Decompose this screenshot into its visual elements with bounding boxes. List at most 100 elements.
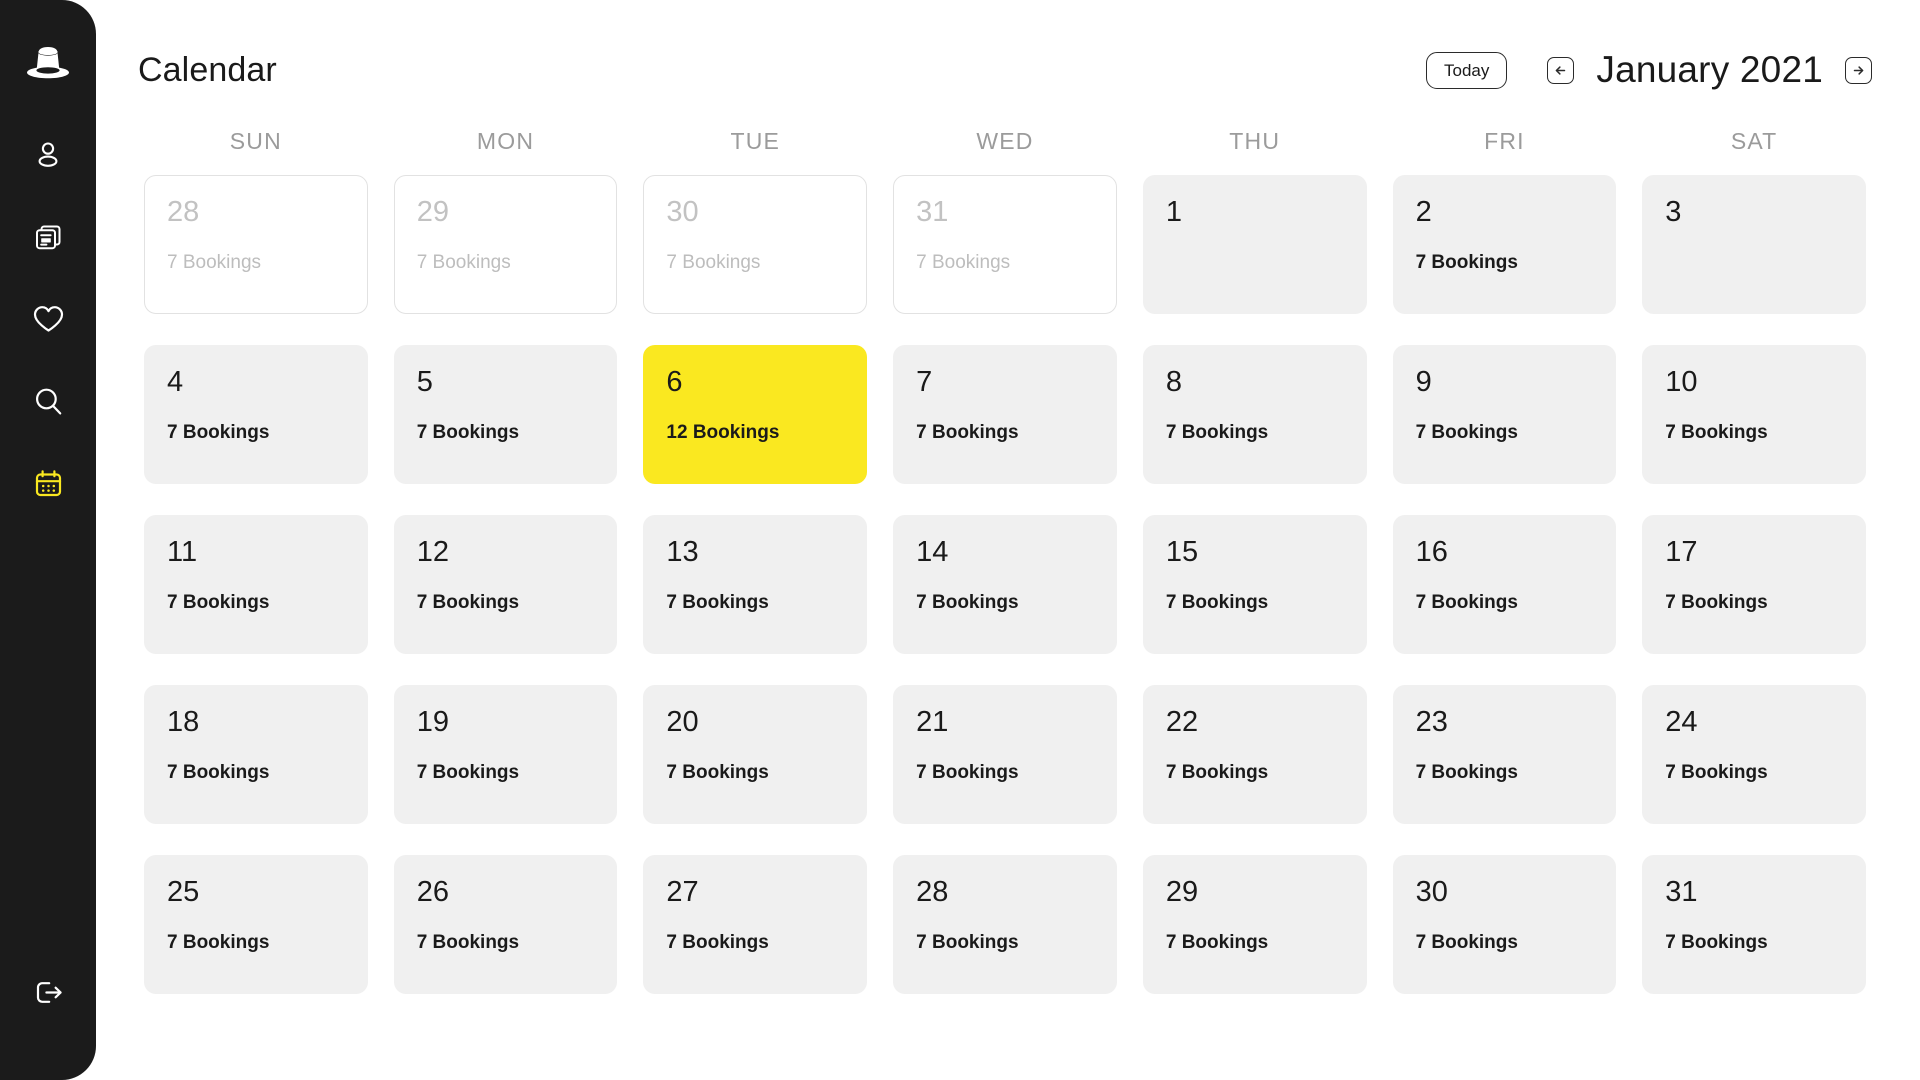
day-number: 29 xyxy=(416,196,449,228)
calendar-day-cell[interactable]: 12 7 Bookings xyxy=(393,515,618,654)
arrow-left-icon xyxy=(1556,65,1566,75)
search-icon xyxy=(35,388,61,414)
weekday-label: THU xyxy=(1229,128,1281,154)
calendar-day-cell[interactable]: 30 7 Bookings xyxy=(643,175,868,314)
calendar-day-cell[interactable]: 29 7 Bookings xyxy=(393,175,618,314)
calendar-day-cell[interactable]: 28 7 Bookings xyxy=(144,175,368,314)
today-button[interactable]: Today xyxy=(1426,51,1508,89)
sidebar-item-favorites[interactable] xyxy=(20,278,76,360)
next-month-button[interactable] xyxy=(1845,56,1872,84)
day-bookings-count: 7 Bookings xyxy=(416,422,520,443)
weekday-label: SAT xyxy=(1730,128,1778,154)
calendar-day-cell[interactable]: 15 7 Bookings xyxy=(1142,515,1367,654)
day-bookings-count: 7 Bookings xyxy=(1415,422,1518,443)
calendar-day-cell[interactable]: 19 7 Bookings xyxy=(393,685,618,824)
day-number: 12 xyxy=(416,536,449,568)
day-number: 31 xyxy=(916,196,949,228)
calendar-day-cell[interactable]: 28 7 Bookings xyxy=(893,855,1117,994)
day-number: 28 xyxy=(167,196,200,228)
page-header: Calendar Today January 2021 xyxy=(138,0,1872,124)
day-bookings-count: 7 Bookings xyxy=(416,592,520,613)
calendar-day-cell[interactable]: 3 xyxy=(1642,175,1866,314)
calendar-day-cell[interactable]: 31 7 Bookings xyxy=(893,175,1117,314)
day-bookings-count: 7 Bookings xyxy=(666,762,769,783)
day-number: 1 xyxy=(1165,196,1182,228)
main-content: Calendar Today January 2021 SUN MON TUE … xyxy=(96,0,1920,1080)
calendar-icon xyxy=(35,469,61,496)
calendar-day-cell[interactable]: 2 7 Bookings xyxy=(1392,175,1617,314)
calendar-day-cell[interactable]: 1 xyxy=(1142,175,1367,314)
calendar-day-cell[interactable]: 13 7 Bookings xyxy=(643,515,868,654)
weekday-header-row: SUN MON TUE WED THU FRI SAT xyxy=(138,128,1872,175)
day-number: 30 xyxy=(666,196,699,228)
calendar-day-cell[interactable]: 9 7 Bookings xyxy=(1392,345,1617,484)
day-bookings-count: 7 Bookings xyxy=(1165,762,1269,783)
calendar-day-cell[interactable]: 24 7 Bookings xyxy=(1642,685,1866,824)
day-number: 15 xyxy=(1165,536,1199,568)
sidebar-item-calendar[interactable] xyxy=(20,442,76,524)
calendar-day-cell[interactable]: 16 7 Bookings xyxy=(1392,515,1617,654)
calendar-day-cell[interactable]: 4 7 Bookings xyxy=(144,345,368,484)
calendar-day-cell[interactable]: 25 7 Bookings xyxy=(144,855,368,994)
calendar-day-cell[interactable]: 10 7 Bookings xyxy=(1642,345,1866,484)
calendar-day-cell[interactable]: 31 7 Bookings xyxy=(1642,855,1866,994)
app-root: Calendar Today January 2021 SUN MON TUE … xyxy=(0,0,1920,1080)
app-logo[interactable] xyxy=(20,36,76,92)
calendar-day-cell[interactable]: 6 12 Bookings xyxy=(643,345,868,484)
calendar-day-cell[interactable]: 21 7 Bookings xyxy=(893,685,1117,824)
calendar-day-cell[interactable]: 30 7 Bookings xyxy=(1392,855,1617,994)
calendar-day-cell[interactable]: 8 7 Bookings xyxy=(1142,345,1367,484)
day-number: 3 xyxy=(1665,196,1682,228)
day-bookings-count: 7 Bookings xyxy=(167,422,270,443)
top-hat-logo-icon xyxy=(27,47,69,79)
day-number: 26 xyxy=(416,876,449,908)
day-bookings-count: 7 Bookings xyxy=(916,592,1019,613)
day-bookings-count: 7 Bookings xyxy=(1415,762,1518,783)
day-number: 19 xyxy=(416,706,449,738)
day-bookings-count: 7 Bookings xyxy=(167,762,270,783)
day-bookings-count: 7 Bookings xyxy=(1665,762,1768,783)
calendar-day-cell[interactable]: 27 7 Bookings xyxy=(643,855,868,994)
day-bookings-count: 7 Bookings xyxy=(1415,932,1518,953)
calendar-day-cell[interactable]: 23 7 Bookings xyxy=(1392,685,1617,824)
weekday-label: SUN xyxy=(229,128,282,154)
day-bookings-count: 7 Bookings xyxy=(666,592,769,613)
sidebar-item-search[interactable] xyxy=(20,360,76,442)
calendar-day-cell[interactable]: 26 7 Bookings xyxy=(393,855,618,994)
calendar-day-cell[interactable]: 7 7 Bookings xyxy=(893,345,1117,484)
calendar-day-cell[interactable]: 11 7 Bookings xyxy=(144,515,368,654)
sidebar-item-profile[interactable] xyxy=(20,114,76,196)
day-bookings-count: 12 Bookings xyxy=(666,422,780,443)
day-bookings-count: 7 Bookings xyxy=(666,932,769,953)
day-bookings-count: 7 Bookings xyxy=(1415,592,1518,613)
day-number: 8 xyxy=(1165,366,1182,398)
arrow-right-icon xyxy=(1853,65,1864,75)
calendar-day-cell[interactable]: 22 7 Bookings xyxy=(1142,685,1367,824)
day-number: 21 xyxy=(916,706,949,738)
day-bookings-count: 7 Bookings xyxy=(416,932,520,953)
calendar-day-cell[interactable]: 18 7 Bookings xyxy=(144,685,368,824)
day-bookings-count: 7 Bookings xyxy=(916,932,1019,953)
weekday-label: FRI xyxy=(1484,128,1525,154)
sidebar-item-listings[interactable] xyxy=(20,196,76,278)
previous-month-button[interactable] xyxy=(1547,56,1575,84)
calendar-day-cell[interactable]: 20 7 Bookings xyxy=(643,685,868,824)
calendar-day-cell[interactable]: 17 7 Bookings xyxy=(1642,515,1866,654)
calendar-day-cell[interactable]: 29 7 Bookings xyxy=(1142,855,1367,994)
day-number: 16 xyxy=(1415,536,1448,568)
day-number: 10 xyxy=(1665,366,1698,398)
sidebar xyxy=(0,0,96,1080)
calendar-day-cell[interactable]: 5 7 Bookings xyxy=(393,345,618,484)
day-number: 14 xyxy=(916,536,949,568)
day-bookings-count: 7 Bookings xyxy=(167,252,262,273)
current-month-label: January 2021 xyxy=(1596,49,1823,90)
day-bookings-count: 7 Bookings xyxy=(1665,932,1768,953)
day-number: 11 xyxy=(167,536,198,568)
page-title: Calendar xyxy=(138,50,277,89)
day-number: 29 xyxy=(1165,876,1199,908)
day-number: 22 xyxy=(1165,706,1199,738)
user-icon xyxy=(38,142,58,167)
sidebar-item-logout[interactable] xyxy=(20,964,76,1020)
day-bookings-count: 7 Bookings xyxy=(916,762,1019,783)
calendar-day-cell[interactable]: 14 7 Bookings xyxy=(893,515,1117,654)
